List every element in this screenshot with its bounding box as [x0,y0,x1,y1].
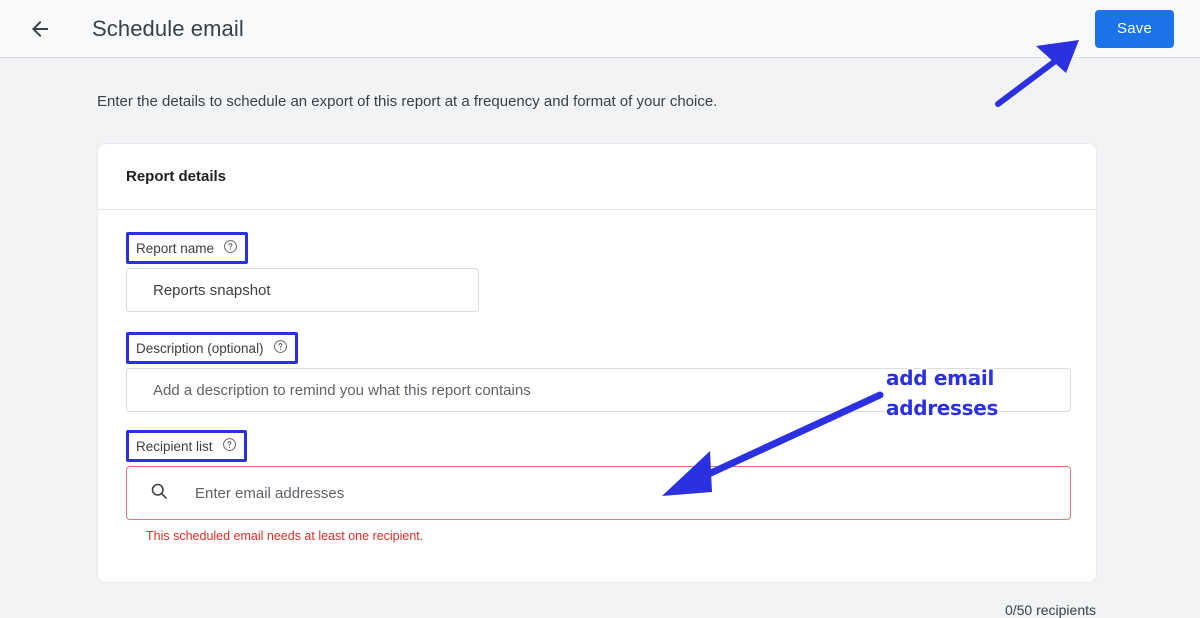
arrow-left-icon [28,17,52,41]
field-recipient-list: Recipient list Enter email addresses Thi… [126,430,1071,543]
recipient-counter: 0/50 recipients [1004,602,1096,618]
recipient-placeholder: Enter email addresses [195,484,345,502]
description-label: Description (optional) [136,340,264,356]
recipient-list-label: Recipient list [136,438,213,454]
card-body: Report name Reports snapshot Description… [98,210,1096,618]
field-description: Description (optional) Add a description… [126,332,1071,412]
report-name-input[interactable]: Reports snapshot [126,268,479,312]
field-report-name: Report name Reports snapshot [126,232,1068,312]
report-details-card: Report details Report name Reports snaps… [97,143,1097,618]
search-icon [149,481,169,506]
app-header: Schedule email Save [0,0,1200,58]
description-placeholder: Add a description to remind you what thi… [153,381,531,399]
intro-text: Enter the details to schedule an export … [97,93,718,110]
back-button[interactable] [20,9,60,49]
description-input[interactable]: Add a description to remind you what thi… [126,368,1071,412]
report-name-label-group: Report name [126,232,249,264]
description-label-group: Description (optional) [126,332,298,364]
report-name-label: Report name [136,240,215,256]
recipient-error-message: This scheduled email needs at least one … [146,529,424,543]
card-title: Report details [126,168,227,185]
card-header: Report details [98,144,1096,210]
recipient-email-input[interactable]: Enter email addresses [126,466,1071,520]
help-circle-icon[interactable] [223,239,238,257]
help-circle-icon[interactable] [273,339,288,357]
save-button[interactable]: Save [1095,9,1174,48]
help-circle-icon[interactable] [222,437,237,455]
page-title: Schedule email [92,15,244,41]
recipient-list-label-group: Recipient list [126,430,247,462]
report-name-value: Reports snapshot [153,281,271,299]
